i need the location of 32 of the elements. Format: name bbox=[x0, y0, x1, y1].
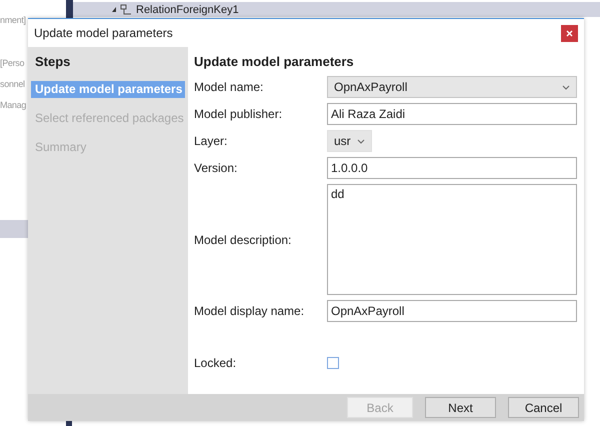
input-field[interactable]: Ali Raza Zaidi bbox=[327, 103, 577, 125]
field-label: Model display name: bbox=[194, 304, 306, 318]
input-field[interactable]: OpnAxPayroll bbox=[327, 300, 577, 322]
dialog-button[interactable]: Cancel bbox=[508, 397, 579, 418]
close-icon bbox=[566, 30, 573, 36]
checkbox[interactable] bbox=[327, 357, 339, 369]
splitter-bar bbox=[66, 0, 73, 18]
tree-item[interactable]: RelationForeignKey1 bbox=[136, 4, 239, 16]
chevron-down-icon bbox=[357, 138, 365, 144]
dropdown[interactable]: OpnAxPayroll bbox=[327, 76, 577, 98]
background-text: sonnel bbox=[0, 78, 26, 91]
field-label: Model description: bbox=[194, 232, 292, 246]
dropdown[interactable]: usr bbox=[327, 130, 372, 152]
field-label: Model name: bbox=[194, 80, 264, 94]
background-text: Manag bbox=[0, 99, 26, 112]
page-heading: Update model parameters bbox=[194, 53, 355, 71]
selected-row-background bbox=[0, 220, 28, 238]
text-area[interactable]: dd bbox=[327, 184, 577, 295]
dialog-title: Update model parameters bbox=[34, 26, 173, 40]
relation-icon bbox=[120, 4, 132, 16]
steps-heading: Steps bbox=[35, 53, 72, 71]
input-field[interactable]: 1.0.0.0 bbox=[327, 157, 577, 179]
expand-arrow-icon[interactable] bbox=[112, 7, 116, 12]
field-label: Locked: bbox=[194, 356, 238, 370]
background-text: nment] bbox=[0, 14, 26, 27]
background-text: [Perso bbox=[0, 57, 26, 70]
close-button[interactable] bbox=[561, 24, 578, 42]
field-label: Version: bbox=[194, 161, 238, 175]
chevron-down-icon bbox=[562, 84, 570, 90]
dialog-button[interactable]: Next bbox=[425, 397, 496, 418]
field-label: Layer: bbox=[194, 134, 228, 148]
field-label: Model publisher: bbox=[194, 107, 284, 121]
